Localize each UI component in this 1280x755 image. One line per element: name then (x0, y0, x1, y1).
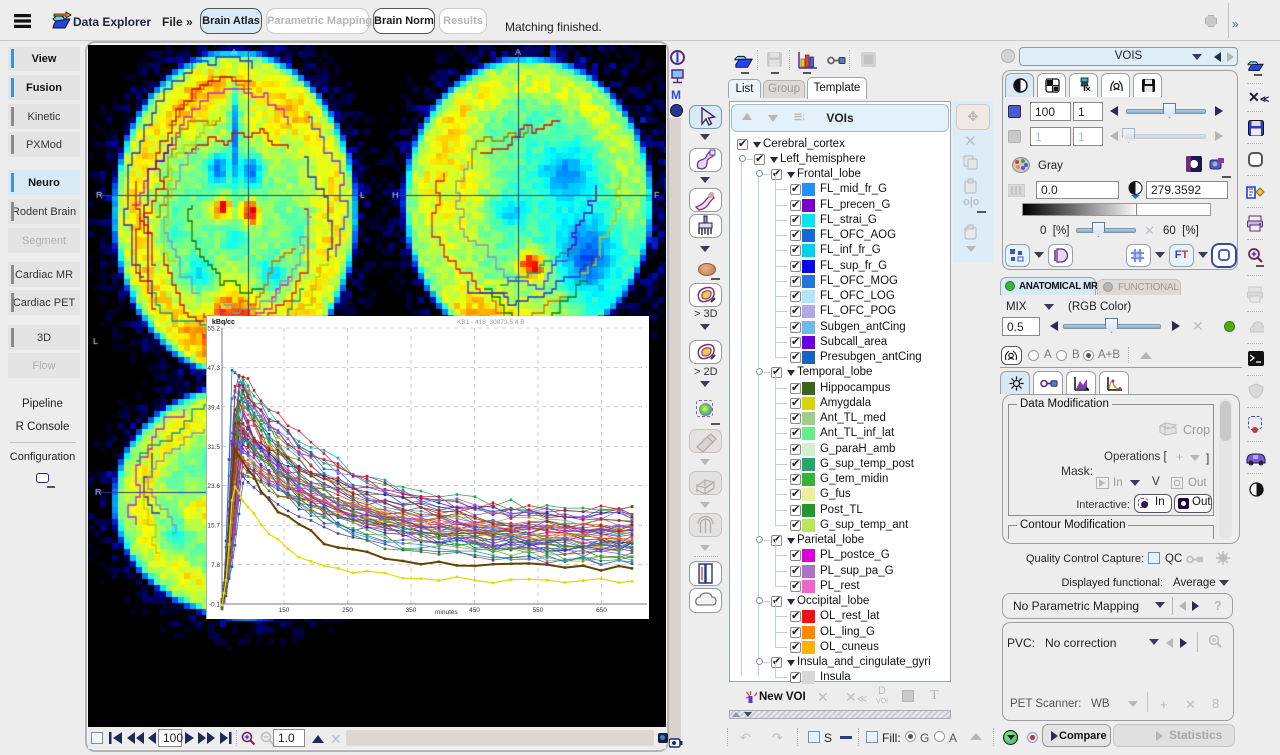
svg-text:250: 250 (342, 607, 353, 614)
svg-text:39.4: 39.4 (207, 404, 220, 411)
svg-text:450: 450 (469, 607, 480, 614)
svg-text:650: 650 (596, 607, 607, 614)
svg-text:55.2: 55.2 (207, 326, 220, 333)
svg-text:15.7: 15.7 (207, 523, 220, 530)
svg-text:23.6: 23.6 (207, 483, 220, 490)
svg-text:kBq/cc: kBq/cc (212, 319, 235, 326)
svg-text:minutes: minutes (435, 609, 459, 616)
svg-text:47.3: 47.3 (207, 365, 220, 372)
svg-text:350: 350 (406, 607, 417, 614)
svg-text:550: 550 (533, 607, 544, 614)
svg-text:+: + (964, 225, 969, 234)
svg-text:31.5: 31.5 (207, 444, 220, 451)
svg-text:KB1 - 418_30873.5.4 B: KB1 - 418_30873.5.4 B (457, 319, 525, 326)
svg-text:-0.1: -0.1 (209, 602, 221, 609)
svg-text:7.8: 7.8 (211, 562, 220, 569)
svg-text:150: 150 (279, 607, 290, 614)
